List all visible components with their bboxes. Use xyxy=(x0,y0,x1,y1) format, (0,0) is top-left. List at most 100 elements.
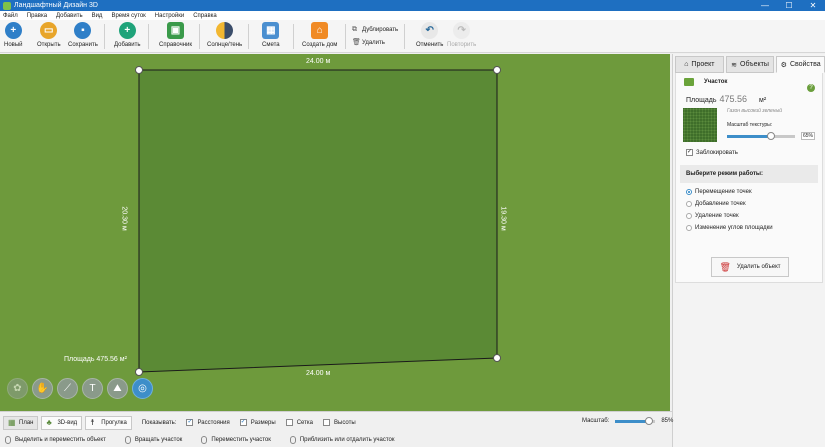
save-button[interactable]: ▪ Сохранить xyxy=(68,22,98,48)
plot-vertex[interactable] xyxy=(135,368,143,376)
menu-help[interactable]: Справка xyxy=(193,13,217,19)
save-label: Сохранить xyxy=(68,42,98,48)
area-row: Площадь 475.56 м² xyxy=(676,94,822,104)
undo-button[interactable]: ↶ Отменить xyxy=(416,22,443,48)
tab-properties[interactable]: ⚙ Свойства xyxy=(776,56,825,73)
area-unit: м² xyxy=(759,97,767,104)
plot-vertex[interactable] xyxy=(135,66,143,74)
floppy-icon: ▪ xyxy=(74,22,92,39)
plot-tool-icon[interactable]: ◎ xyxy=(132,378,153,399)
texture-scale-slider[interactable]: 65% xyxy=(727,131,815,140)
plant-tool-icon[interactable]: ✿ xyxy=(7,378,28,399)
menu-edit[interactable]: Правка xyxy=(27,13,47,19)
maximize-button[interactable]: ☐ xyxy=(777,0,801,11)
new-button[interactable]: + Новый xyxy=(4,22,23,48)
plot-shape[interactable] xyxy=(138,69,498,373)
lock-checkbox[interactable]: ✓ Заблокировать xyxy=(676,149,822,156)
sun-moon-icon xyxy=(216,22,234,39)
walk-view-button[interactable]: ☨ Прогулка xyxy=(85,415,132,430)
folder-icon: ▭ xyxy=(40,22,58,39)
show-sizes-checkbox[interactable]: ✓ Размеры xyxy=(239,419,276,426)
tab-objects[interactable]: ≋ Объекты xyxy=(725,56,775,73)
delete-button[interactable]: 🗑 Удалить xyxy=(352,36,398,49)
add-label: Добавить xyxy=(114,42,141,48)
plan-view-button[interactable]: ▦ План xyxy=(3,415,39,430)
area-label: Площадь xyxy=(686,97,717,104)
texture-scale-value[interactable]: 65% xyxy=(801,132,815,140)
delete-object-button[interactable]: 🗑 Удалить объект xyxy=(711,257,789,277)
duplicate-label: Дублировать xyxy=(362,26,399,33)
menu-bar: Файл Правка Добавить Вид Время суток Нас… xyxy=(0,11,825,20)
create-house-button[interactable]: ⌂ Создать дом xyxy=(302,22,337,48)
canvas-tools: ✿ ✋ ⟋ T ⛰ ◎ xyxy=(7,378,157,399)
3d-view-button[interactable]: ♣ 3D-вид xyxy=(41,415,83,430)
menu-time-of-day[interactable]: Время суток xyxy=(111,13,145,19)
duplicate-button[interactable]: ⧉ Дублировать xyxy=(352,23,398,36)
view-bar: ▦ План ♣ 3D-вид ☨ Прогулка Показывать: ✓ Рас… xyxy=(0,411,672,433)
show-distances-checkbox[interactable]: ✓ Расстояния xyxy=(186,419,230,426)
close-button[interactable]: ✕ xyxy=(801,0,825,11)
plot-vertex[interactable] xyxy=(493,66,501,74)
walker-icon: ☨ xyxy=(90,417,95,427)
texture-scale-knob[interactable] xyxy=(767,131,776,140)
mouse-icon xyxy=(289,436,296,444)
gear-icon: ⚙ xyxy=(780,61,787,69)
status-bar: Выделить и переместить объект Вращать уч… xyxy=(0,433,672,447)
menu-file[interactable]: Файл xyxy=(3,13,18,19)
mode-add-points[interactable]: Добавление точек xyxy=(676,198,822,210)
sun-shade-label: Солнце/тень xyxy=(207,42,243,48)
show-heights-checkbox[interactable]: Высоты xyxy=(323,419,356,426)
text-tool-icon[interactable]: T xyxy=(82,378,103,399)
bottom-length-label: 24.00 м xyxy=(306,370,331,377)
radio-icon xyxy=(686,213,692,219)
plan-icon: ▦ xyxy=(8,417,16,427)
menu-view[interactable]: Вид xyxy=(92,13,103,19)
status-text: Выделить и переместить объект xyxy=(15,437,106,443)
checkbox-icon: ✓ xyxy=(686,149,693,156)
mode-change-angles[interactable]: Изменение углов площадки xyxy=(676,222,822,234)
app-icon xyxy=(3,1,11,10)
zoom-knob[interactable] xyxy=(645,416,654,425)
option-label: Расстояния xyxy=(197,419,230,426)
mouse-icon xyxy=(5,436,11,444)
mode-move-points[interactable]: Перемещение точек xyxy=(676,186,822,198)
ruler-tool-icon[interactable]: ⟋ xyxy=(57,378,78,399)
checkbox-icon: ✓ xyxy=(239,419,247,426)
plot-vertex[interactable] xyxy=(493,354,501,362)
texture-swatch[interactable] xyxy=(683,108,717,142)
walk-label: Прогулка xyxy=(101,419,127,426)
reference-label: Справочник xyxy=(159,42,192,48)
terrain-tool-icon[interactable]: ⛰ xyxy=(107,378,128,399)
menu-add[interactable]: Добавить xyxy=(56,13,83,19)
help-icon[interactable]: ? xyxy=(807,84,815,92)
estimate-button[interactable]: ▦ Смета xyxy=(262,22,280,48)
delete-object-label: Удалить объект xyxy=(736,264,781,270)
texture-row: Газон высокий зеленый Масштаб текстуры: … xyxy=(676,108,822,142)
object-name: Участок xyxy=(704,79,728,85)
texture-scale-track[interactable] xyxy=(727,131,795,140)
redo-icon: ↷ xyxy=(453,22,471,39)
option-label: Сетка xyxy=(296,419,314,426)
mode-delete-points[interactable]: Удаление точек xyxy=(676,210,822,222)
estimate-label: Смета xyxy=(262,42,280,48)
redo-button[interactable]: ↷ Повторить xyxy=(447,22,476,48)
mode-header: Выберите режим работы: xyxy=(680,165,818,183)
tab-project[interactable]: ⌂ Проект xyxy=(675,56,724,73)
hand-tool-icon[interactable]: ✋ xyxy=(32,378,53,399)
radio-icon xyxy=(686,201,692,207)
minimize-button[interactable]: — xyxy=(753,0,777,11)
left-length-label: 20.30 м xyxy=(120,206,128,231)
tree-icon: ♣ xyxy=(46,417,52,427)
radio-icon xyxy=(686,189,692,195)
open-button[interactable]: ▭ Открыть xyxy=(37,22,61,48)
add-button[interactable]: + Добавить xyxy=(114,22,141,48)
zoom-slider[interactable] xyxy=(615,416,656,425)
menu-settings[interactable]: Настройки xyxy=(155,13,184,19)
show-grid-checkbox[interactable]: Сетка xyxy=(285,419,314,426)
status-text: Вращать участок xyxy=(134,437,183,443)
texture-info: Газон высокий зеленый Масштаб текстуры: … xyxy=(727,108,815,142)
sun-shade-button[interactable]: Солнце/тень xyxy=(207,22,242,48)
zoom-control: Масштаб: 85% xyxy=(582,416,673,425)
reference-button[interactable]: ▣ Справочник xyxy=(159,22,192,48)
mode-label: Удаление точек xyxy=(695,213,739,219)
